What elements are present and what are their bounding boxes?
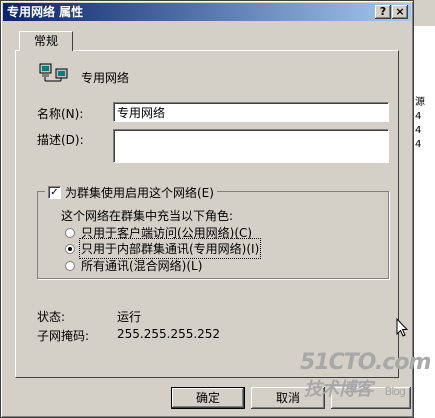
- state-label: 状态:: [37, 310, 66, 324]
- enable-cluster-label: 为群集使用启用这个网络(E): [65, 186, 214, 200]
- network-name: 专用网络: [81, 71, 130, 85]
- radio-client-access[interactable]: 只用于客户端访问(公用网络)(C): [65, 224, 252, 241]
- state-value: 运行: [117, 310, 142, 324]
- radio-icon[interactable]: [65, 227, 75, 238]
- window-title: 专用网络 属性: [7, 5, 84, 19]
- tab-label: 常规: [33, 34, 58, 48]
- radio-label: 只用于客户端访问(公用网络)(C): [81, 226, 253, 240]
- bg-text: 源: [415, 97, 425, 108]
- network-adapter-icon: [39, 63, 68, 82]
- close-button[interactable]: ×: [392, 5, 408, 19]
- subnet-mask-label: 子网掩码:: [37, 329, 90, 343]
- description-label: 描述(D):: [37, 133, 84, 147]
- bg-text: 4: [415, 111, 422, 122]
- bg-text: 4: [415, 139, 422, 150]
- ok-button[interactable]: 确定: [171, 387, 245, 409]
- checkbox-mark-icon[interactable]: ✓: [48, 186, 61, 199]
- title-bar[interactable]: 专用网络 属性 ? ×: [3, 3, 411, 21]
- enable-cluster-checkbox[interactable]: ✓ 为群集使用启用这个网络(E): [45, 184, 217, 201]
- radio-selected-icon[interactable]: [65, 243, 75, 254]
- name-field[interactable]: [113, 102, 389, 122]
- bg-text: 4: [415, 125, 422, 136]
- radio-label: 所有通讯(混合网络)(L): [81, 259, 203, 273]
- mouse-cursor-icon: [396, 318, 408, 337]
- watermark-sub: 技术博客: [304, 379, 373, 400]
- help-button[interactable]: ?: [375, 5, 391, 19]
- radio-mixed[interactable]: 所有通讯(混合网络)(L): [65, 257, 202, 274]
- name-label: 名称(N):: [37, 107, 84, 121]
- tab-general[interactable]: 常规: [19, 31, 73, 51]
- description-field[interactable]: [113, 129, 389, 163]
- watermark-main: 51CTO.com: [300, 350, 431, 375]
- radio-icon[interactable]: [65, 260, 75, 271]
- radio-internal-only[interactable]: 只用于内部群集通讯(专用网络)(I): [65, 238, 262, 259]
- watermark: 51CTO.com 技术博客 Blog: [300, 350, 431, 401]
- subnet-mask-value: 255.255.255.252: [117, 327, 221, 341]
- watermark-blog: Blog: [384, 385, 406, 398]
- role-prompt: 这个网络在群集中充当以下角色:: [61, 209, 234, 223]
- radio-label: 只用于内部群集通讯(专用网络)(I): [78, 238, 262, 259]
